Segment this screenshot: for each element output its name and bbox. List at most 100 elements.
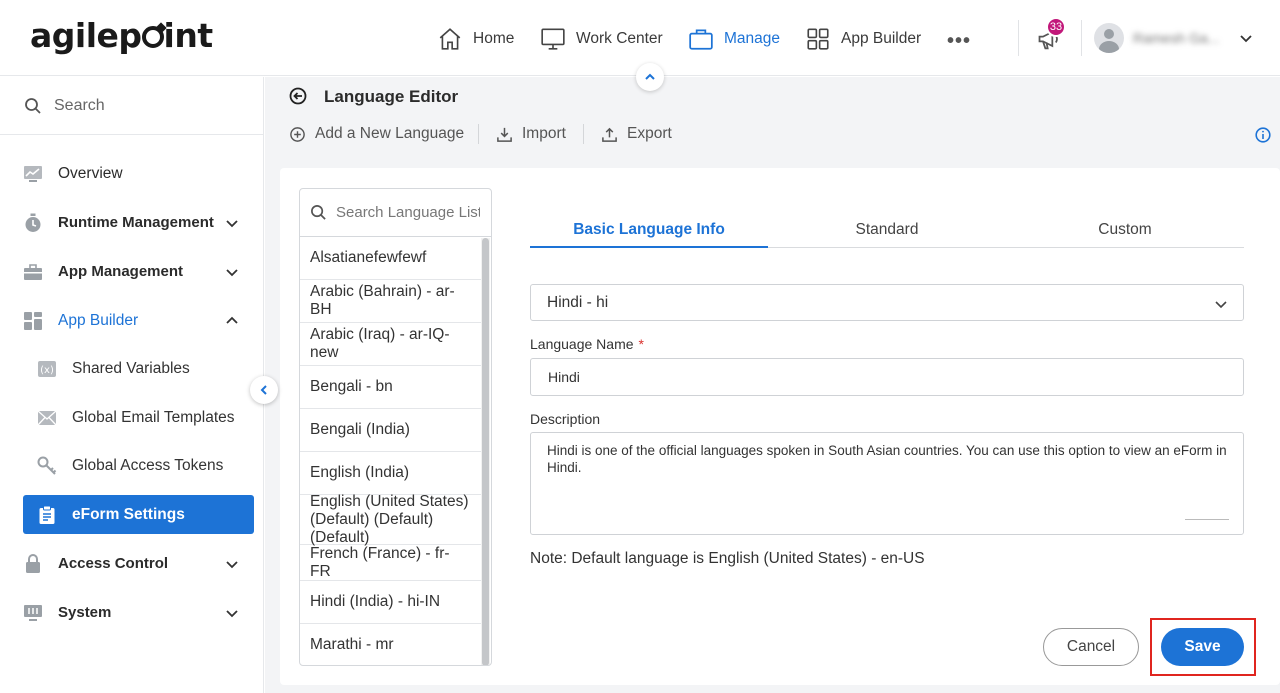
editor-header: Language Editor Add a New Language Impor… xyxy=(265,77,1280,155)
search-icon xyxy=(25,97,41,114)
grid-icon xyxy=(807,28,829,50)
mail-icon xyxy=(37,408,57,428)
language-select[interactable]: Hindi - hi xyxy=(530,284,1244,321)
sidebar-item-system[interactable]: System xyxy=(23,593,254,632)
chevron-down-icon[interactable] xyxy=(1238,30,1254,46)
default-language-note: Note: Default language is English (Unite… xyxy=(530,550,925,567)
avatar[interactable] xyxy=(1094,23,1124,53)
save-button[interactable]: Save xyxy=(1161,628,1244,666)
tab-custom[interactable]: Custom xyxy=(1006,212,1244,248)
add-language-button[interactable]: Add a New Language xyxy=(289,125,464,143)
list-item[interactable]: Arabic (Bahrain) - ar-BH xyxy=(300,280,482,323)
sidebar-item-global-email-templates[interactable]: Global Email Templates xyxy=(23,398,254,437)
list-item[interactable]: English (United States) (Default) (Defau… xyxy=(300,493,482,546)
sidebar-item-app-builder[interactable]: App Builder xyxy=(23,301,254,340)
sidebar-item-global-access-tokens[interactable]: Global Access Tokens xyxy=(23,446,254,485)
lock-icon xyxy=(23,553,43,574)
nav-app-builder-label: App Builder xyxy=(841,30,922,47)
page-title: Language Editor xyxy=(324,87,459,106)
list-item[interactable]: Marathi - mr xyxy=(300,624,482,665)
chevron-left-icon xyxy=(260,385,267,395)
sidebar-item-eform-settings[interactable]: eForm Settings xyxy=(23,495,254,534)
description-label: Description xyxy=(530,411,601,427)
sidebar-item-runtime-management[interactable]: Runtime Management xyxy=(23,203,254,242)
more-menu-icon[interactable]: ••• xyxy=(947,30,971,53)
nav-app-builder[interactable]: App Builder xyxy=(805,24,921,54)
sidebar-item-label: Runtime Management xyxy=(58,214,214,231)
resize-handle[interactable] xyxy=(1185,519,1229,520)
nav-work-center[interactable]: Work Center xyxy=(540,24,663,54)
main-content: Language Editor Add a New Language Impor… xyxy=(265,77,1280,693)
language-name-label-text: Language Name xyxy=(530,336,634,352)
divider xyxy=(1081,20,1082,56)
key-icon xyxy=(37,456,57,476)
nav-home[interactable]: Home xyxy=(437,24,514,54)
sidebar-item-label: App Management xyxy=(58,263,184,280)
back-arrow-icon[interactable] xyxy=(289,87,307,105)
collapse-header-button[interactable] xyxy=(636,63,664,91)
list-item[interactable]: Bengali (India) xyxy=(300,409,482,452)
info-icon[interactable] xyxy=(1255,127,1271,143)
notification-badge: 33 xyxy=(1046,17,1066,37)
sidebar-item-label: Global Access Tokens xyxy=(72,456,224,474)
sidebar-search[interactable]: Search xyxy=(0,77,263,135)
language-search-input[interactable] xyxy=(336,204,480,221)
description-field[interactable]: Hindi is one of the official languages s… xyxy=(530,432,1244,535)
list-item[interactable]: Arabic (Iraq) - ar-IQ-new xyxy=(300,323,482,366)
sidebar-item-overview[interactable]: Overview xyxy=(23,154,254,193)
list-item[interactable]: English (India) xyxy=(300,452,482,495)
chevron-up-icon xyxy=(226,316,238,324)
user-name[interactable]: Ramesh Ga... xyxy=(1133,30,1219,46)
tab-bar: Basic Language Info Standard Custom xyxy=(530,212,1244,248)
monitor-icon xyxy=(541,28,565,50)
language-name-field[interactable]: Hindi xyxy=(530,358,1244,396)
cancel-button[interactable]: Cancel xyxy=(1043,628,1139,666)
divider xyxy=(1018,20,1019,56)
sidebar-item-shared-variables[interactable]: (x) Shared Variables xyxy=(23,349,254,388)
plus-circle-icon xyxy=(290,126,305,142)
chevron-down-icon xyxy=(226,269,238,277)
language-name-label: Language Name * xyxy=(530,336,644,352)
chevron-down-icon xyxy=(226,561,238,569)
sidebar: Search Overview Runtime Management App M… xyxy=(0,77,264,693)
list-item[interactable]: Hindi (India) - hi-IN xyxy=(300,581,482,624)
nav-manage[interactable]: Manage xyxy=(688,24,780,54)
divider xyxy=(583,124,584,144)
briefcase-icon xyxy=(689,29,713,50)
stopwatch-icon xyxy=(23,213,43,233)
toolbox-icon xyxy=(23,262,43,282)
sidebar-item-app-management[interactable]: App Management xyxy=(23,252,254,291)
home-icon xyxy=(439,28,461,50)
agilepoint-logo[interactable]: agilep int xyxy=(30,16,213,55)
sidebar-item-access-control[interactable]: Access Control xyxy=(23,544,254,583)
sidebar-item-label: Shared Variables xyxy=(72,359,190,377)
language-select-value: Hindi - hi xyxy=(547,293,609,311)
list-item[interactable]: Bengali - bn xyxy=(300,366,482,409)
chevron-down-icon xyxy=(1215,301,1227,309)
top-bar: agilep int Home Work Center Manage App Bu… xyxy=(0,0,1280,76)
import-button[interactable]: Import xyxy=(496,125,566,143)
sidebar-item-label: Access Control xyxy=(58,555,169,572)
nav-home-label: Home xyxy=(473,30,515,47)
list-scrollbar[interactable] xyxy=(481,238,490,665)
tab-standard[interactable]: Standard xyxy=(768,212,1006,248)
tab-basic-language-info[interactable]: Basic Language Info xyxy=(530,212,768,248)
chevron-up-icon xyxy=(645,73,655,80)
system-icon xyxy=(23,603,43,623)
search-icon xyxy=(311,205,326,220)
download-icon xyxy=(497,127,512,142)
sidebar-item-label: Global Email Templates xyxy=(72,408,235,426)
sidebar-item-label: Overview xyxy=(58,164,123,182)
required-marker: * xyxy=(638,336,644,352)
list-item[interactable]: Alsatianefewfewf xyxy=(300,237,482,280)
sidebar-item-label: eForm Settings xyxy=(72,505,185,523)
description-text: Hindi is one of the official languages s… xyxy=(547,443,1227,475)
sidebar-search-label: Search xyxy=(54,96,105,114)
export-button[interactable]: Export xyxy=(601,125,672,143)
scrollbar-thumb[interactable] xyxy=(482,238,489,665)
list-item[interactable]: French (France) - fr-FR xyxy=(300,545,482,581)
nav-work-center-label: Work Center xyxy=(576,30,663,47)
collapse-sidebar-button[interactable] xyxy=(250,376,278,404)
upload-icon xyxy=(602,127,617,142)
divider xyxy=(478,124,479,144)
